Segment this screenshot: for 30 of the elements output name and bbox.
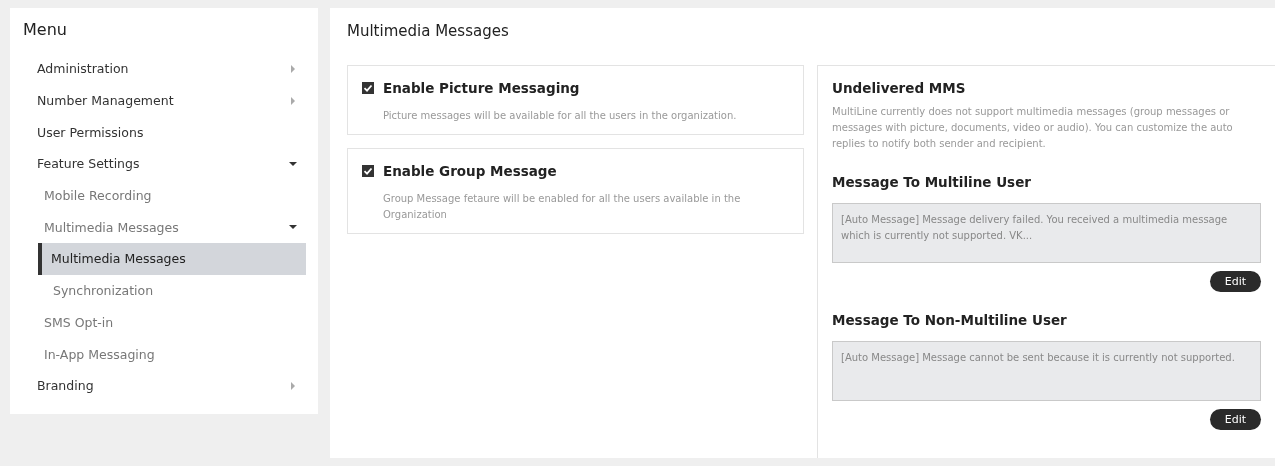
menu-item[interactable]: SMS Opt-in: [23, 306, 305, 339]
section-description: MultiLine currently does not support multimedia messages (group messages or messages with picture, documents, video or audio). You can customize the auto replies to notify both sender and recipient.: [832, 105, 1234, 151]
menu-item[interactable]: Number Management: [23, 84, 305, 117]
edit-button[interactable]: Edit: [1210, 271, 1261, 292]
edit-button[interactable]: Edit: [1210, 409, 1261, 430]
menu-item[interactable]: User Permissions: [23, 116, 305, 149]
caret-icon: [289, 64, 297, 73]
caret-icon: [289, 223, 297, 232]
menu-item[interactable]: Multimedia Messages: [23, 211, 305, 244]
menu-item[interactable]: Multimedia Messages: [38, 243, 306, 275]
menu-item[interactable]: Synchronization: [25, 274, 305, 307]
option-label: Enable Group Message: [383, 163, 557, 179]
menu-item[interactable]: Feature Settings: [23, 148, 305, 180]
menu-item[interactable]: Administration: [23, 53, 305, 85]
caret-icon: [289, 381, 297, 390]
menu-title: Menu: [23, 20, 68, 41]
menu-item[interactable]: Branding: [23, 369, 305, 402]
checkbox[interactable]: [362, 165, 374, 177]
caret-icon: [289, 96, 297, 105]
section-title: Undelivered MMS: [832, 80, 967, 96]
page-title: Multimedia Messages: [347, 22, 510, 40]
menu-item[interactable]: Mobile Recording: [23, 179, 305, 212]
option-description: Picture messages will be available for all the users in the organization.: [383, 109, 738, 123]
caret-icon: [289, 159, 297, 168]
menu-item[interactable]: In-App Messaging: [23, 338, 305, 370]
message-title: Message To Non-Multiline User: [832, 312, 1068, 328]
checkbox[interactable]: [362, 82, 374, 94]
option-label: Enable Picture Messaging: [383, 80, 580, 96]
option-description: Group Message fetaure will be enabled for all the users available in the Organization: [383, 192, 742, 222]
message-title: Message To Multiline User: [832, 174, 1032, 190]
